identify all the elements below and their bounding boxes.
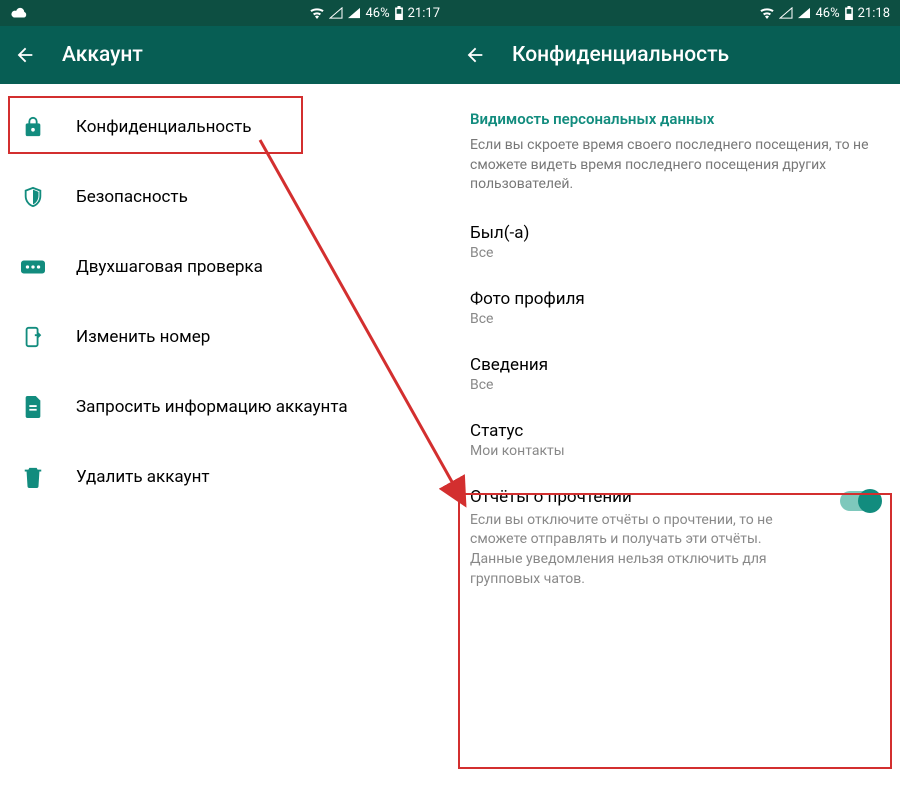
menu-label: Запросить информацию аккаунта [76, 397, 348, 417]
menu-label: Удалить аккаунт [76, 467, 210, 487]
signal-icon [347, 7, 361, 19]
menu-item-change-number[interactable]: Изменить номер [0, 302, 450, 372]
cloud-icon [10, 7, 28, 19]
trash-icon [20, 464, 46, 490]
wifi-icon [759, 7, 775, 19]
status-bar: 46% 21:17 [0, 0, 450, 26]
menu-item-security[interactable]: Безопасность [0, 162, 450, 232]
left-screen: 46% 21:17 Аккаунт Конфиденциальность Без… [0, 0, 450, 796]
setting-value: Мои контакты [470, 443, 880, 459]
menu-item-request-info[interactable]: Запросить информацию аккаунта [0, 372, 450, 442]
setting-description: Если вы отключите отчёты о прочтении, то… [470, 511, 840, 589]
menu-label: Безопасность [76, 187, 188, 207]
sms-icon [20, 254, 46, 280]
appbar: Конфиденциальность [450, 26, 900, 84]
document-icon [20, 394, 46, 420]
battery-percent: 46% [815, 6, 839, 21]
toggle-switch[interactable] [840, 491, 880, 511]
privacy-content: Видимость персональных данных Если вы ск… [450, 84, 900, 611]
menu-item-two-step[interactable]: Двухшаговая проверка [0, 232, 450, 302]
right-screen: 46% 21:18 Конфиденциальность Видимость п… [450, 0, 900, 796]
menu-item-delete-account[interactable]: Удалить аккаунт [0, 442, 450, 512]
status-time: 21:18 [858, 6, 890, 21]
setting-title: Фото профиля [470, 289, 880, 309]
back-arrow-icon[interactable] [464, 44, 486, 66]
setting-title: Статус [470, 421, 880, 441]
lock-icon [20, 114, 46, 140]
battery-icon [844, 6, 854, 20]
setting-title: Сведения [470, 355, 880, 375]
setting-title: Отчёты о прочтении [470, 487, 840, 507]
menu-label: Изменить номер [76, 327, 210, 347]
signal-empty-icon [329, 7, 343, 19]
signal-icon [797, 7, 811, 19]
account-menu: Конфиденциальность Безопасность Двухшаго… [0, 84, 450, 520]
setting-status[interactable]: Статус Мои контакты [450, 407, 900, 473]
appbar-title: Аккаунт [62, 43, 143, 67]
appbar: Аккаунт [0, 26, 450, 84]
setting-title: Был(-а) [470, 223, 880, 243]
setting-value: Все [470, 377, 880, 393]
shield-icon [20, 184, 46, 210]
back-arrow-icon[interactable] [14, 44, 36, 66]
setting-read-receipts[interactable]: Отчёты о прочтении Если вы отключите отч… [450, 473, 900, 603]
section-header: Видимость персональных данных [450, 92, 900, 136]
menu-label: Двухшаговая проверка [76, 257, 263, 277]
battery-percent: 46% [365, 6, 389, 21]
phone-move-icon [20, 324, 46, 350]
setting-value: Все [470, 311, 880, 327]
setting-value: Все [470, 245, 880, 261]
setting-last-seen[interactable]: Был(-а) Все [450, 209, 900, 275]
battery-icon [394, 6, 404, 20]
status-bar: 46% 21:18 [450, 0, 900, 26]
signal-empty-icon [779, 7, 793, 19]
menu-item-privacy[interactable]: Конфиденциальность [0, 92, 450, 162]
setting-profile-photo[interactable]: Фото профиля Все [450, 275, 900, 341]
wifi-icon [309, 7, 325, 19]
section-description: Если вы скроете время своего последнего … [450, 136, 900, 209]
appbar-title: Конфиденциальность [512, 43, 729, 67]
setting-about[interactable]: Сведения Все [450, 341, 900, 407]
menu-label: Конфиденциальность [76, 117, 251, 137]
status-time: 21:17 [408, 6, 440, 21]
